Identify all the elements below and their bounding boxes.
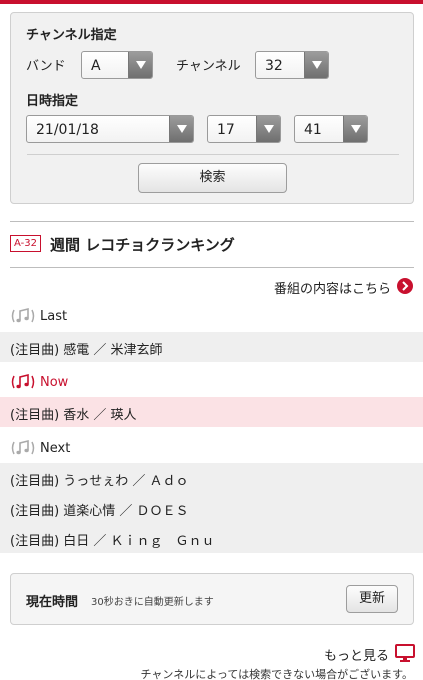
footer-notice: チャンネルによっては検索できない場合がございます。 bbox=[140, 668, 413, 680]
current-time-label: 現在時間 bbox=[26, 595, 79, 610]
band-select-value: A bbox=[91, 58, 101, 74]
channel-badge: A-32 bbox=[10, 235, 41, 252]
current-time-box: 現在時間 30秒おきに自動更新します 更新 bbox=[10, 573, 414, 625]
list-item: (注目曲) 道楽心情 ／ ＤＯＥＳ bbox=[0, 493, 423, 523]
ranking-title: 週間 レコチョクランキング bbox=[50, 236, 235, 254]
music-note-icon bbox=[10, 439, 36, 461]
music-note-icon bbox=[10, 373, 36, 395]
chevron-down-icon bbox=[128, 52, 152, 78]
date-select-value: 21/01/18 bbox=[36, 122, 99, 138]
list-item: (注目曲) 香水 ／ 瑛人 bbox=[0, 397, 423, 427]
chevron-down-icon bbox=[169, 116, 193, 142]
now-section-label: Now bbox=[10, 373, 130, 393]
channel-label: チャンネル bbox=[176, 59, 241, 74]
divider bbox=[10, 267, 414, 268]
more-link-label: もっと見る bbox=[323, 649, 389, 664]
more-link[interactable]: もっと見る bbox=[305, 643, 415, 664]
music-note-icon bbox=[10, 307, 36, 329]
channel-search-panel: チャンネル指定 バンド A チャンネル 32 日時指定 21/01/18 17 … bbox=[10, 12, 414, 204]
list-item: (注目曲) 感電 ／ 米津玄師 bbox=[0, 332, 423, 362]
next-section-label: Next bbox=[10, 439, 130, 459]
refresh-button[interactable]: 更新 bbox=[346, 585, 398, 613]
track-text: (注目曲) うっせぇわ ／ Ａｄｏ bbox=[10, 474, 189, 489]
minute-select[interactable]: 41 bbox=[294, 115, 368, 143]
list-item: (注目曲) 白日 ／ Ｋｉｎｇ Ｇｎｕ bbox=[0, 523, 423, 553]
search-button[interactable]: 検索 bbox=[138, 163, 287, 193]
channel-select-value: 32 bbox=[265, 58, 283, 74]
now-label: Now bbox=[40, 375, 69, 390]
band-label: バンド bbox=[26, 59, 66, 74]
band-select[interactable]: A bbox=[81, 51, 153, 79]
program-info-link-label: 番組の内容はこちら bbox=[273, 282, 391, 297]
minute-select-value: 41 bbox=[304, 122, 322, 138]
datetime-heading: 日時指定 bbox=[26, 94, 79, 109]
track-text: (注目曲) 香水 ／ 瑛人 bbox=[10, 408, 137, 423]
chevron-down-icon bbox=[343, 116, 367, 142]
list-item: (注目曲) うっせぇわ ／ Ａｄｏ bbox=[0, 463, 423, 493]
last-section-label: Last bbox=[10, 307, 130, 327]
divider bbox=[10, 221, 414, 222]
channel-heading: チャンネル指定 bbox=[26, 28, 117, 43]
track-text: (注目曲) 白日 ／ Ｋｉｎｇ Ｇｎｕ bbox=[10, 534, 215, 549]
hour-select[interactable]: 17 bbox=[207, 115, 281, 143]
panel-divider bbox=[27, 154, 399, 155]
monitor-icon bbox=[395, 644, 415, 662]
top-accent-line bbox=[0, 0, 423, 4]
channel-select[interactable]: 32 bbox=[255, 51, 329, 79]
hour-select-value: 17 bbox=[217, 122, 235, 138]
track-text: (注目曲) 道楽心情 ／ ＤＯＥＳ bbox=[10, 504, 189, 519]
next-label: Next bbox=[40, 441, 71, 456]
chevron-down-icon bbox=[304, 52, 328, 78]
chevron-right-icon bbox=[397, 278, 413, 294]
track-text: (注目曲) 感電 ／ 米津玄師 bbox=[10, 343, 163, 358]
last-label: Last bbox=[40, 309, 68, 324]
date-select[interactable]: 21/01/18 bbox=[26, 115, 194, 143]
program-info-link[interactable]: 番組の内容はこちら bbox=[263, 277, 413, 297]
auto-refresh-note: 30秒おきに自動更新します bbox=[91, 597, 214, 608]
chevron-down-icon bbox=[256, 116, 280, 142]
